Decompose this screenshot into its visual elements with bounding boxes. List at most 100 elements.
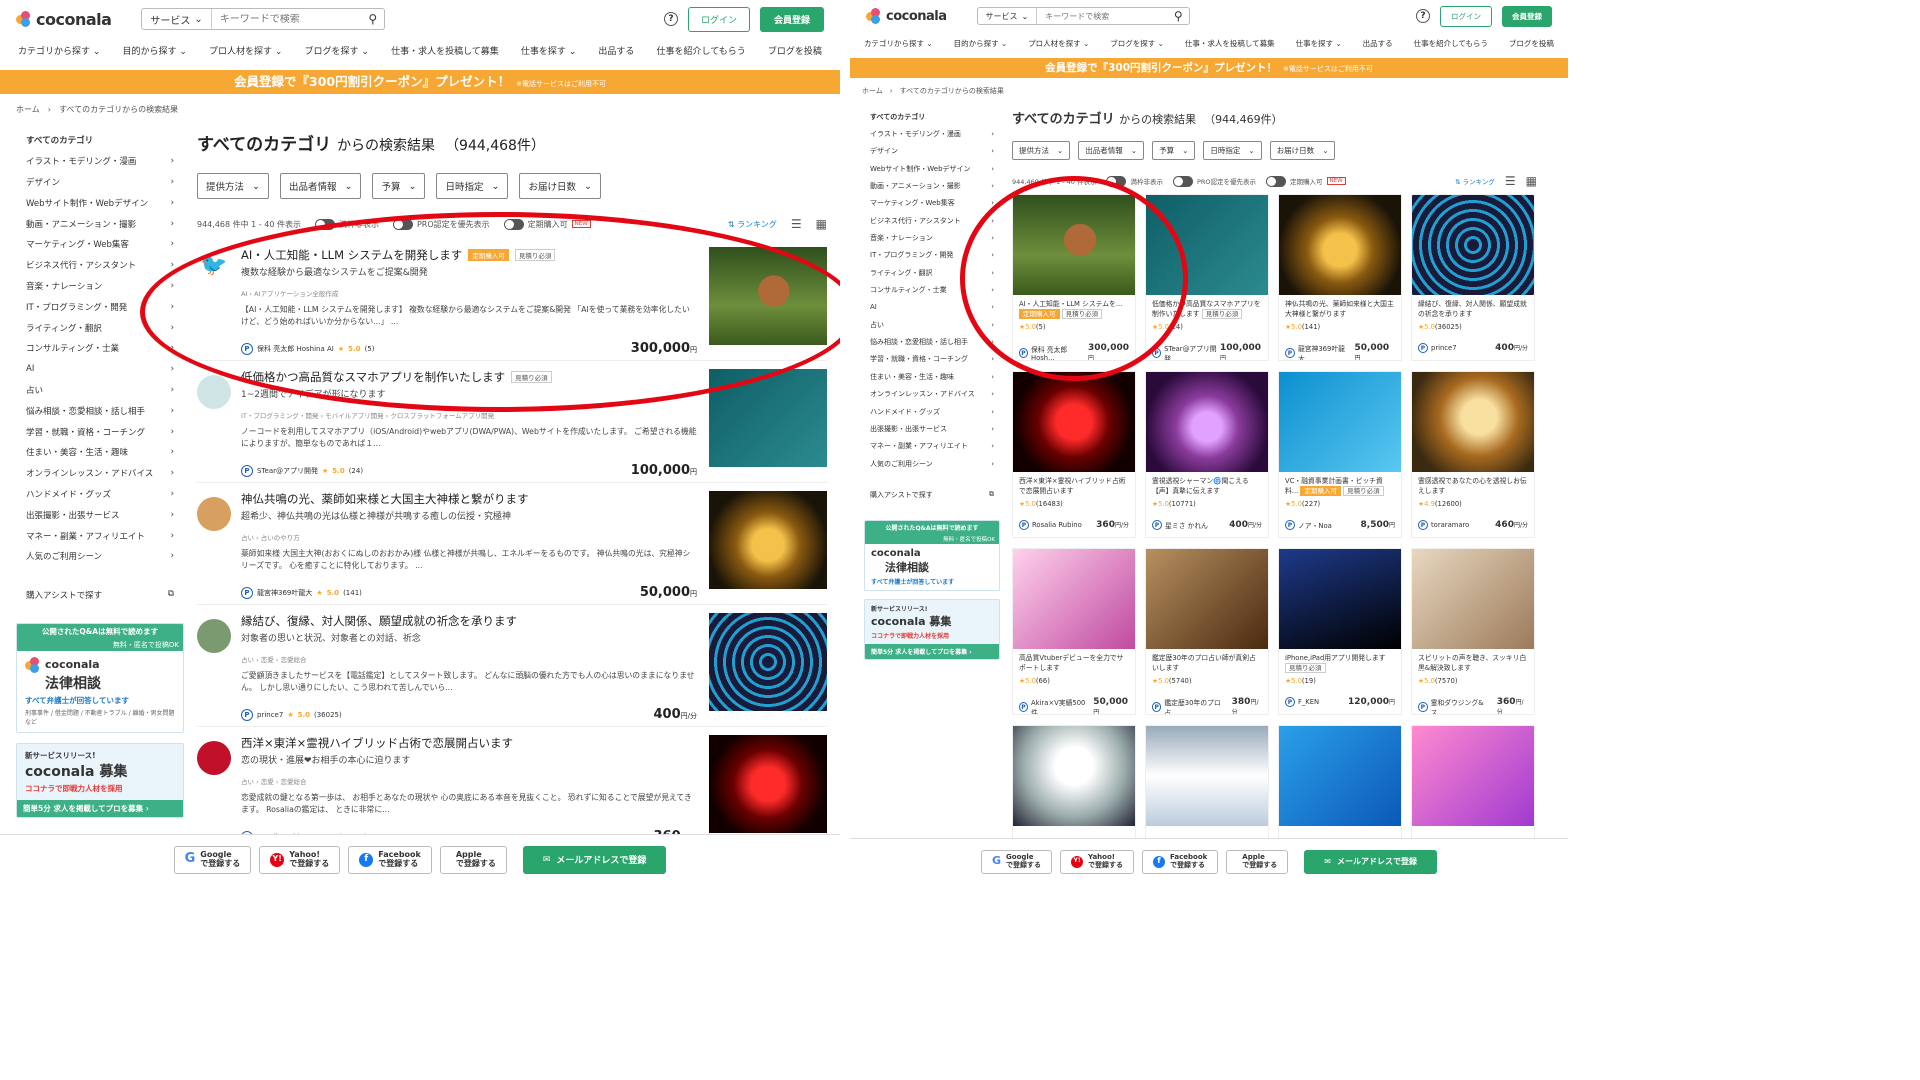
sidebar-item[interactable]: マーケティング・Web集客 › — [16, 234, 184, 255]
service-card[interactable]: 霊視透視シャーマン🌀聞こえる【声】真摯に伝えます ★5.0(10771) P 星ミさ … — [1145, 371, 1269, 538]
coconala-logo[interactable]: coconala — [866, 8, 947, 24]
sidebar-item[interactable]: ライティング・翻訳 › — [16, 317, 184, 338]
list-item[interactable]: 神仏共鳴の光、薬師如来様と大国主大神様と繋がります 超希少、神仏共鳴の光は仏様と神… — [197, 483, 827, 605]
service-card[interactable]: VC・融資事業計画書・ピッチ資料... 定期購入可 見積り必須 ★5.0(227)… — [1278, 371, 1402, 538]
sidebar-item[interactable]: 音楽・ナレーション › — [864, 229, 1000, 246]
sidebar-item[interactable]: マネー・副業・アフィリエイト › — [16, 525, 184, 546]
sidebar-item[interactable]: ビジネス代行・アシスタント › — [16, 255, 184, 276]
nav-item[interactable]: ブログを投稿 — [1509, 38, 1554, 58]
sidebar-item[interactable]: ライティング・翻訳 › — [864, 264, 1000, 281]
list-item[interactable]: 西洋×東洋×霊視ハイブリッド占術で恋展開占います 恋の現状・進展❤お相手の本心に迫… — [197, 727, 827, 849]
seller-name[interactable]: prince7 — [257, 711, 283, 719]
sidebar-item[interactable]: IT・プログラミング・開発 › — [864, 247, 1000, 264]
toggle-hide-full[interactable]: 満枠非表示 — [1106, 175, 1163, 187]
facebook-signup-button[interactable]: f Facebook で登録する — [1142, 849, 1219, 874]
facebook-signup-button[interactable]: f Facebook で登録する — [348, 845, 432, 874]
google-signup-button[interactable]: G Google で登録する — [980, 849, 1053, 874]
email-signup-button[interactable]: ✉ メールアドレスで登録 — [522, 845, 667, 874]
item-title[interactable]: 縁結び、復縁、対人関係、願望成就の祈念を承ります — [241, 613, 517, 629]
grid-view-icon[interactable]: ▦ — [816, 217, 827, 231]
recruit-ad[interactable]: 新サービスリリース! coconala 募集 ココナラで即戦力人材を採用 簡単5… — [16, 742, 184, 818]
sidebar-item[interactable]: ビジネス代行・アシスタント › — [864, 212, 1000, 229]
sidebar-item[interactable]: 学習・就職・資格・コーチング › — [16, 421, 184, 442]
search-input[interactable] — [211, 13, 362, 25]
sidebar-item[interactable]: Webサイト制作・Webデザイン › — [864, 160, 1000, 177]
legal-consult-ad[interactable]: 公開されたQ&Aは無料で読めます 無料・匿名で投稿OK coconala 法律相… — [864, 519, 1000, 591]
list-view-icon[interactable]: ☰ — [1505, 174, 1516, 188]
service-select[interactable]: サービス ⌄ — [978, 8, 1038, 24]
service-card[interactable]: 縁結び、復縁、対人関係、願望成就の祈念を承ります ★5.0(36025) Pprin… — [1411, 194, 1535, 361]
sidebar-item-all[interactable]: すべてのカテゴリ — [864, 108, 1000, 125]
filter-method[interactable]: 提供方法 ⌄ — [197, 173, 269, 199]
item-title[interactable]: 低価格かつ高品質なスマホアプリを制作いたします — [241, 369, 505, 385]
service-card[interactable]: 鑑定歴30年のプロ占い師が真剣占いします ★5.0(5740) P 鑑定歴30年のプロ… — [1145, 548, 1269, 715]
sidebar-item[interactable]: デザイン › — [864, 143, 1000, 160]
sidebar-item[interactable]: 出張撮影・出張サービス › — [16, 504, 184, 525]
email-signup-button[interactable]: ✉ メールアドレスで登録 — [1304, 849, 1437, 874]
apple-signup-button[interactable]: Apple で登録する — [439, 845, 507, 874]
sidebar-item[interactable]: ハンドメイド・グッズ › — [864, 403, 1000, 420]
nav-item[interactable]: 目的から探す ⌄ — [123, 44, 187, 70]
service-thumbnail[interactable] — [709, 735, 827, 833]
nav-item[interactable]: プロ人材を探す ⌄ — [209, 44, 282, 70]
nav-item[interactable]: 目的から探す ⌄ — [954, 38, 1008, 58]
sidebar-item[interactable]: 占い › — [16, 380, 184, 401]
service-card[interactable]: 霊感透視であなたの心を透視しお伝えします ★4.9(12600) Ptorarama… — [1411, 371, 1535, 538]
sidebar-item[interactable]: 学習・就職・資格・コーチング › — [864, 351, 1000, 368]
login-button[interactable]: ログイン — [1440, 5, 1492, 27]
nav-item[interactable]: ブログを探す ⌄ — [305, 44, 369, 70]
sidebar-item[interactable]: 音楽・ナレーション › — [16, 276, 184, 297]
list-item[interactable]: 縁結び、復縁、対人関係、願望成就の祈念を承ります 対象者の思いと状況、対象者との対… — [197, 605, 827, 727]
item-title[interactable]: 神仏共鳴の光、薬師如来様と大国主大神様と繋がります — [241, 491, 529, 507]
sidebar-item[interactable]: 動画・アニメーション・撮影 › — [864, 177, 1000, 194]
list-view-icon[interactable]: ☰ — [791, 217, 802, 231]
nav-item[interactable]: ブログを探す ⌄ — [1110, 38, 1164, 58]
sidebar-item[interactable]: 動画・アニメーション・撮影 › — [16, 213, 184, 234]
legal-consult-ad[interactable]: 公開されたQ&Aは無料で読めます 無料・匿名で投稿OK coconala 法律相… — [16, 622, 184, 733]
recruit-ad[interactable]: 新サービスリリース! coconala 募集 ココナラで即戦力人材を採用 簡単5… — [864, 598, 1000, 660]
sidebar-item[interactable]: 悩み相談・恋愛相談・話し相手 › — [16, 400, 184, 421]
help-icon[interactable]: ? — [1416, 9, 1430, 23]
service-thumbnail[interactable] — [709, 247, 827, 345]
list-item[interactable]: 低価格かつ高品質なスマホアプリを制作いたします 見積り必須 1~2週間でアイデアが形… — [197, 361, 827, 483]
apple-signup-button[interactable]: Apple で登録する — [1226, 849, 1289, 874]
service-card[interactable]: 西洋×東洋×霊視ハイブリッド占術で恋展開占います ★5.0(16483) P Rosa… — [1012, 371, 1136, 538]
list-item[interactable]: 🐦 AI・人工知能・LLM システムを開発します 定期購入可 見積り必須 複数な経験から… — [197, 239, 827, 361]
nav-item[interactable]: 出品する — [598, 44, 634, 70]
nav-item[interactable]: 仕事・求人を投稿して募集 — [1185, 38, 1275, 58]
sidebar-item[interactable]: 人気のご利用シーン › — [864, 455, 1000, 472]
breadcrumb[interactable]: ホーム › すべてのカテゴリからの検索結果 — [0, 94, 840, 125]
seller-name[interactable]: STear@アプリ開発 — [257, 466, 318, 476]
service-card[interactable]: スピリットの声を聴き、スッキリ白黒&解決致します ★5.0(7570) P 霊和ダウジ… — [1411, 548, 1535, 715]
sidebar-item[interactable]: Webサイト制作・Webデザイン › — [16, 192, 184, 213]
purchase-assist-link[interactable]: 購入アシストで探す ⧉ — [864, 486, 1000, 503]
sidebar-item[interactable]: 住まい・美容・生活・趣味 › — [16, 442, 184, 463]
service-thumbnail[interactable] — [709, 491, 827, 589]
nav-item[interactable]: 仕事を探す ⌄ — [1296, 38, 1342, 58]
item-title[interactable]: 西洋×東洋×霊視ハイブリッド占術で恋展開占います — [241, 735, 513, 751]
ranking-link[interactable]: ⇅ ランキング — [728, 219, 777, 230]
toggle-subscription[interactable]: 定期購入可 NEW — [503, 218, 591, 230]
nav-item[interactable]: 仕事を探す ⌄ — [521, 44, 576, 70]
sidebar-item[interactable]: 人気のご利用シーン › — [16, 546, 184, 567]
nav-item[interactable]: プロ人材を探す ⌄ — [1028, 38, 1089, 58]
search-input[interactable] — [1037, 11, 1168, 21]
nav-item[interactable]: 仕事を紹介してもらう — [1414, 38, 1488, 58]
filter-date[interactable]: 日時指定 ⌄ — [1203, 141, 1262, 160]
sidebar-item[interactable]: 占い › — [864, 316, 1000, 333]
seller-name[interactable]: 龍宮神369叶龍大 — [257, 588, 312, 598]
sidebar-item[interactable]: IT・プログラミング・開発 › — [16, 296, 184, 317]
filter-budget[interactable]: 予算 ⌄ — [372, 173, 426, 199]
sidebar-item-all[interactable]: すべてのカテゴリ — [16, 130, 184, 151]
breadcrumb[interactable]: ホーム › すべてのカテゴリからの検索結果 — [850, 78, 1568, 104]
grid-view-icon[interactable]: ▦ — [1526, 174, 1537, 188]
seller-name[interactable]: 保科 亮太郎 Hoshina AI — [257, 344, 334, 354]
ranking-link[interactable]: ⇅ ランキング — [1455, 176, 1495, 186]
toggle-pro-first[interactable]: PRO認定を優先表示 — [392, 218, 490, 230]
yahoo-signup-button[interactable]: Y! Yahoo! で登録する — [1060, 849, 1135, 874]
nav-item[interactable]: 仕事を紹介してもらう — [657, 44, 746, 70]
service-card[interactable]: 低価格かつ高品質なスマホアプリを制作いたします 見積り必須 ★5.0(24) P ST… — [1145, 194, 1269, 361]
google-signup-button[interactable]: G Google で登録する — [173, 845, 252, 874]
sidebar-item[interactable]: マネー・副業・アフィリエイト › — [864, 438, 1000, 455]
sidebar-item[interactable]: AI › — [16, 359, 184, 380]
